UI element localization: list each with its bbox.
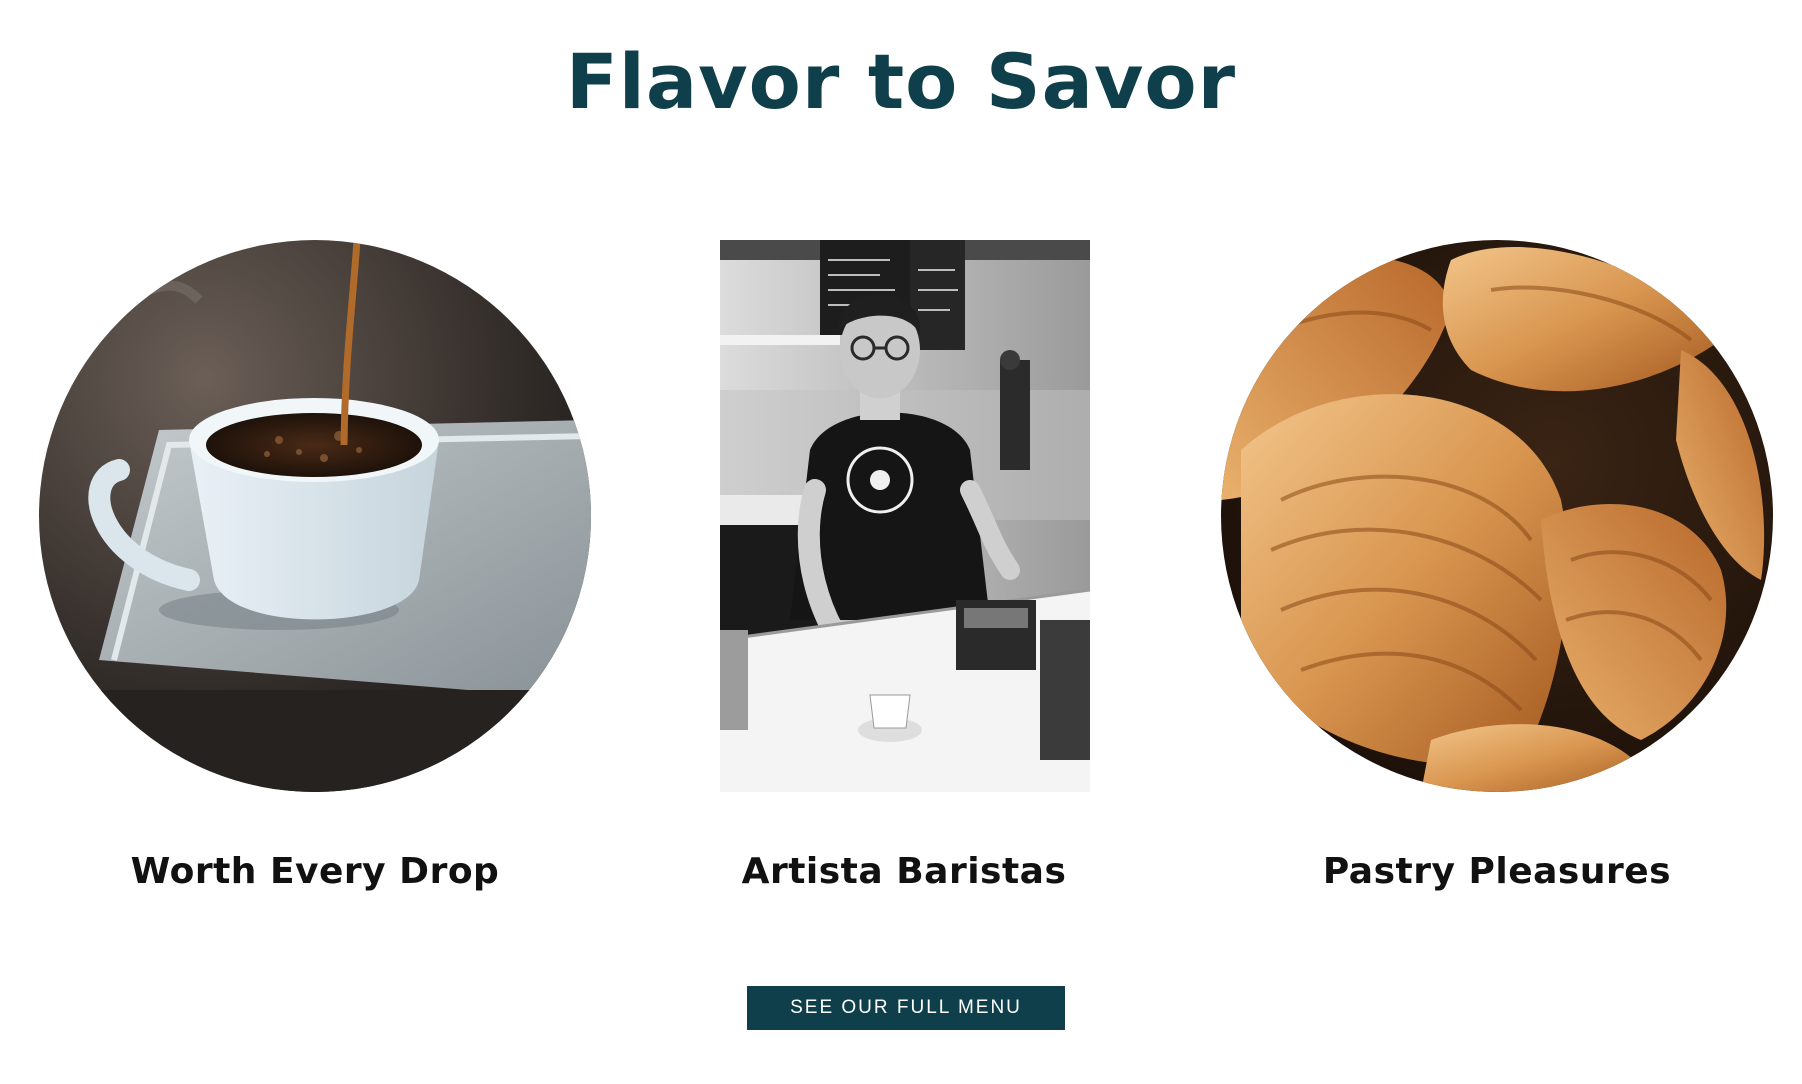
feature-title: Pastry Pleasures — [1322, 851, 1672, 892]
coffee-cup-pour-photo — [39, 240, 591, 792]
see-full-menu-button[interactable]: SEE OUR FULL MENU — [747, 986, 1065, 1030]
feature-title: Worth Every Drop — [130, 851, 500, 892]
feature-title: Artista Baristas — [741, 851, 1067, 892]
barista-photo — [720, 240, 1090, 792]
croissants-photo — [1221, 240, 1773, 792]
section-title: Flavor to Savor — [565, 37, 1237, 126]
